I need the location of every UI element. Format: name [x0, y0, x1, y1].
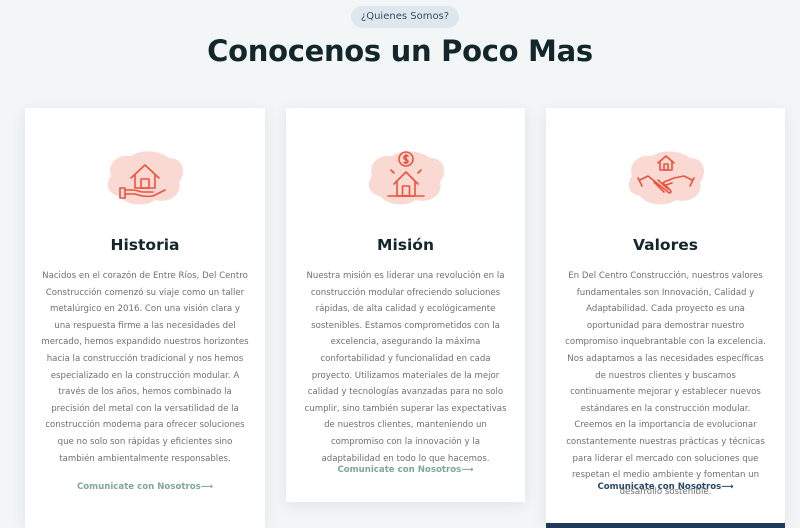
contact-link[interactable]: Comunicate con Nosotros⟶: [546, 482, 785, 492]
card-title: Historia: [110, 236, 180, 254]
card-mision: Misión Nuestra misión es liderar una rev…: [286, 108, 525, 502]
section-title: Conocenos un Poco Mas: [207, 34, 593, 68]
card-description: Nuestra misión es liderar una revolución…: [304, 271, 507, 464]
card-description: En Del Centro Construcción, nuestros val…: [565, 271, 766, 497]
card-valores: Valores En Del Centro Construcción, nues…: [546, 108, 785, 528]
contact-link[interactable]: Comunicate con Nosotros⟶: [25, 482, 265, 492]
card-historia: Historia Nacidos en el corazón de Entre …: [25, 108, 265, 528]
contact-link[interactable]: Comunicate con Nosotros⟶: [286, 465, 525, 475]
card-description: Nacidos en el corazón de Entre Ríos, Del…: [41, 271, 249, 464]
card-title: Misión: [377, 236, 434, 254]
handshake-house-icon: [624, 146, 708, 208]
card-title: Valores: [633, 236, 698, 254]
section-badge: ¿Quienes Somos?: [351, 6, 459, 28]
active-card-bar: [546, 523, 785, 528]
house-dollar-icon: [364, 146, 448, 208]
house-in-hand-icon: [103, 146, 187, 208]
